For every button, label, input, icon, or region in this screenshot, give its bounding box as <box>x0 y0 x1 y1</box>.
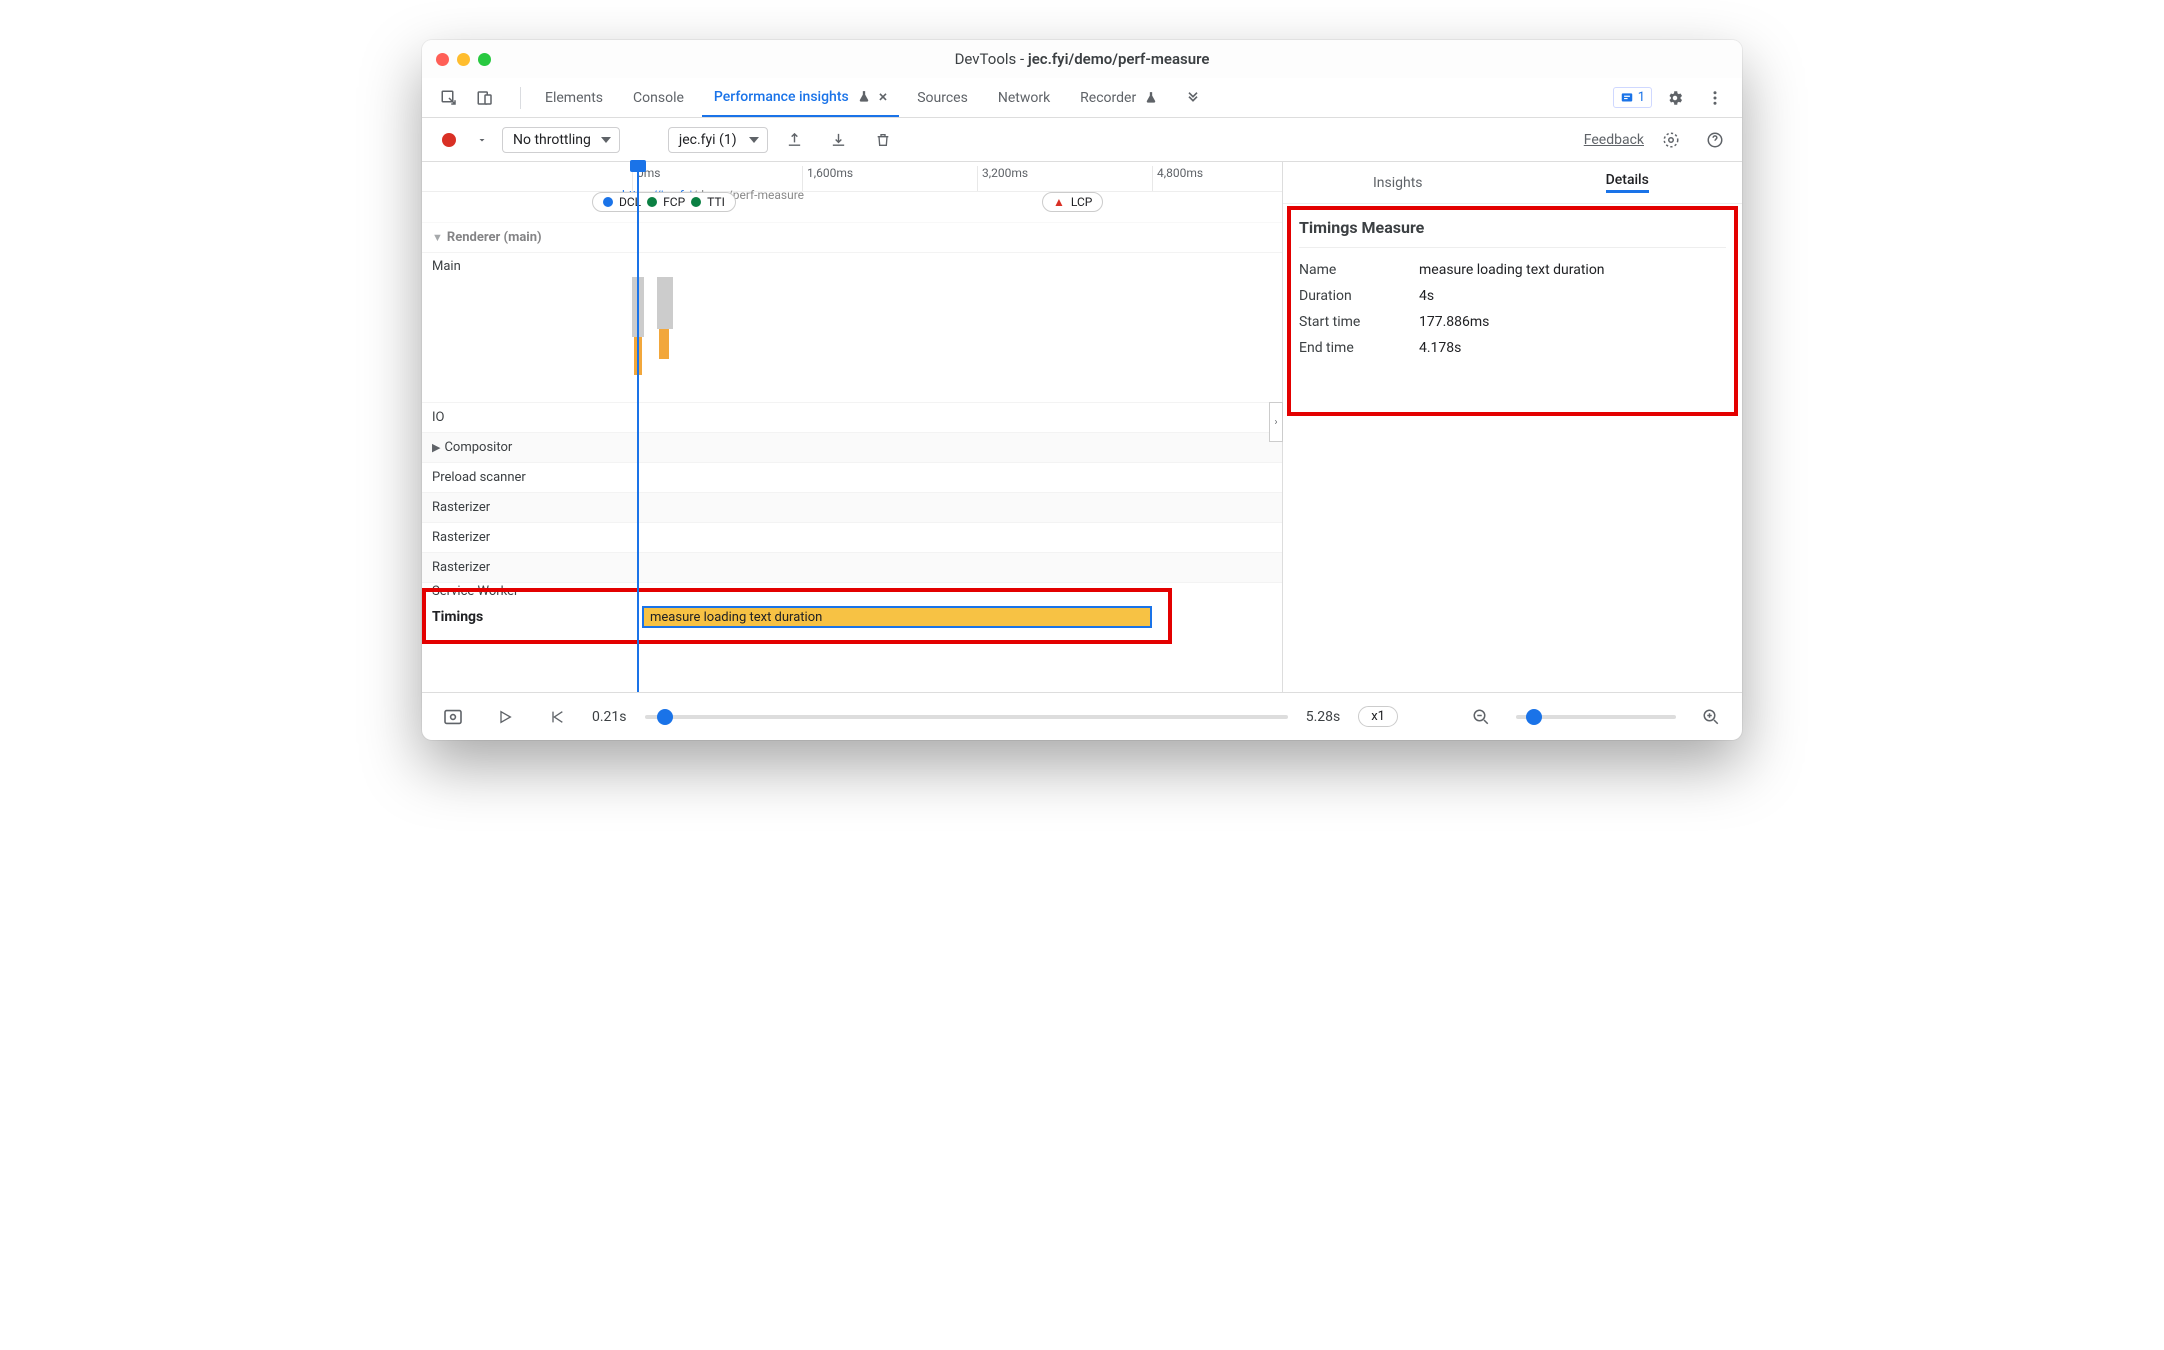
track-rasterizer[interactable]: Rasterizer <box>422 522 1282 552</box>
throttling-select[interactable]: No throttling <box>502 127 620 153</box>
record-options-icon[interactable] <box>476 132 492 148</box>
track-io[interactable]: IO <box>422 402 1282 432</box>
marker-pill[interactable]: DCL FCP TTI <box>592 192 736 212</box>
axis-tick: 3,200ms <box>977 166 1028 192</box>
insights-toolbar: No throttling jec.fyi (1) Feedback <box>422 118 1742 162</box>
range-to: 5.28s <box>1306 709 1341 725</box>
track-renderer[interactable]: ▼ Renderer (main) <box>422 222 1282 252</box>
lcp-warning-icon: ▲ <box>1053 195 1065 209</box>
slider-thumb[interactable] <box>657 709 673 725</box>
more-tabs-icon[interactable] <box>1176 83 1210 113</box>
track-main[interactable]: Main <box>422 252 1282 402</box>
flask-icon <box>1144 91 1158 105</box>
slider-thumb[interactable] <box>1526 709 1542 725</box>
device-toggle-icon[interactable] <box>468 83 502 113</box>
range-from: 0.21s <box>592 709 627 725</box>
detail-row: Duration4s <box>1299 288 1726 304</box>
detail-row: Namemeasure loading text duration <box>1299 262 1726 278</box>
track-preload[interactable]: Preload scanner <box>422 462 1282 492</box>
timeline[interactable]: 0ms 1,600ms 3,200ms 4,800ms https://jec.… <box>422 162 1282 692</box>
details-panel: Timings Measure Namemeasure loading text… <box>1283 204 1742 380</box>
content-area: 0ms 1,600ms 3,200ms 4,800ms https://jec.… <box>422 162 1742 692</box>
tab-network[interactable]: Network <box>986 78 1062 117</box>
detail-row: Start time177.886ms <box>1299 314 1726 330</box>
recording-select[interactable]: jec.fyi (1) <box>668 127 768 153</box>
dcl-dot-icon <box>603 197 613 207</box>
inspect-element-icon[interactable] <box>432 83 466 113</box>
axis-tick: 1,600ms <box>802 166 853 192</box>
track-compositor[interactable]: ▶ Compositor <box>422 432 1282 462</box>
export-icon[interactable] <box>778 125 812 155</box>
panel-settings-icon[interactable] <box>1654 125 1688 155</box>
track-rasterizer[interactable]: Rasterizer <box>422 492 1282 522</box>
fcp-dot-icon <box>647 197 657 207</box>
tracks: ▼ Renderer (main) Main IO ▶ Compositor <box>422 222 1282 692</box>
play-icon[interactable] <box>488 702 522 732</box>
tab-performance-insights[interactable]: Performance insights × <box>702 78 899 117</box>
settings-icon[interactable] <box>1658 83 1692 113</box>
track-timings[interactable]: Timings measure loading text duration <box>422 600 1282 634</box>
issues-badge[interactable]: 1 <box>1613 87 1652 108</box>
marker-pill[interactable]: ▲LCP <box>1042 192 1103 212</box>
zoom-out-icon[interactable] <box>1464 702 1498 732</box>
titlebar: DevTools - jec.fyi/demo/perf-measure <box>422 40 1742 78</box>
devtools-window: DevTools - jec.fyi/demo/perf-measure Ele… <box>422 40 1742 740</box>
feedback-link[interactable]: Feedback <box>1584 132 1644 148</box>
record-button[interactable] <box>432 125 466 155</box>
tab-recorder[interactable]: Recorder <box>1068 78 1170 117</box>
zoom-in-icon[interactable] <box>1694 702 1728 732</box>
tti-dot-icon <box>691 197 701 207</box>
help-icon[interactable] <box>1698 125 1732 155</box>
title-prefix: DevTools - <box>955 50 1028 68</box>
axis-tick: 4,800ms <box>1152 166 1203 192</box>
kebab-menu-icon[interactable] <box>1698 83 1732 113</box>
delete-icon[interactable] <box>866 125 900 155</box>
track-service-worker[interactable]: Service Worker <box>422 582 1282 600</box>
import-icon[interactable] <box>822 125 856 155</box>
tab-console[interactable]: Console <box>621 78 696 117</box>
sidebar: Insights Details Timings Measure Namemea… <box>1282 162 1742 692</box>
window-title: DevTools - jec.fyi/demo/perf-measure <box>422 50 1742 68</box>
playhead[interactable] <box>637 162 639 692</box>
footer: 0.21s 5.28s x1 <box>422 692 1742 740</box>
skip-start-icon[interactable] <box>540 702 574 732</box>
close-tab-icon[interactable]: × <box>879 87 888 106</box>
detail-row: End time4.178s <box>1299 340 1726 356</box>
details-heading: Timings Measure <box>1299 218 1726 248</box>
time-axis: 0ms 1,600ms 3,200ms 4,800ms <box>422 162 1282 192</box>
time-slider[interactable] <box>645 715 1288 719</box>
screenshot-toggle-icon[interactable] <box>436 702 470 732</box>
timings-measure-bar[interactable]: measure loading text duration <box>642 606 1152 628</box>
tab-sources[interactable]: Sources <box>905 78 980 117</box>
chevron-right-icon: ▶ <box>432 441 440 454</box>
panel-tabs: Elements Console Performance insights × … <box>422 78 1742 118</box>
track-rasterizer[interactable]: Rasterizer <box>422 552 1282 582</box>
flask-icon <box>857 90 871 104</box>
tab-details[interactable]: Details <box>1513 162 1743 203</box>
title-url: jec.fyi/demo/perf-measure <box>1028 50 1210 68</box>
sidebar-tabs: Insights Details <box>1283 162 1742 204</box>
zoom-slider[interactable] <box>1516 715 1676 719</box>
chevron-down-icon: ▼ <box>432 231 443 244</box>
tab-insights[interactable]: Insights <box>1283 162 1513 203</box>
collapse-sidebar-icon[interactable]: › <box>1269 402 1283 442</box>
timing-markers: DCL FCP TTI ▲LCP <box>422 192 1282 216</box>
tab-elements[interactable]: Elements <box>533 78 615 117</box>
speed-chip[interactable]: x1 <box>1358 706 1398 727</box>
